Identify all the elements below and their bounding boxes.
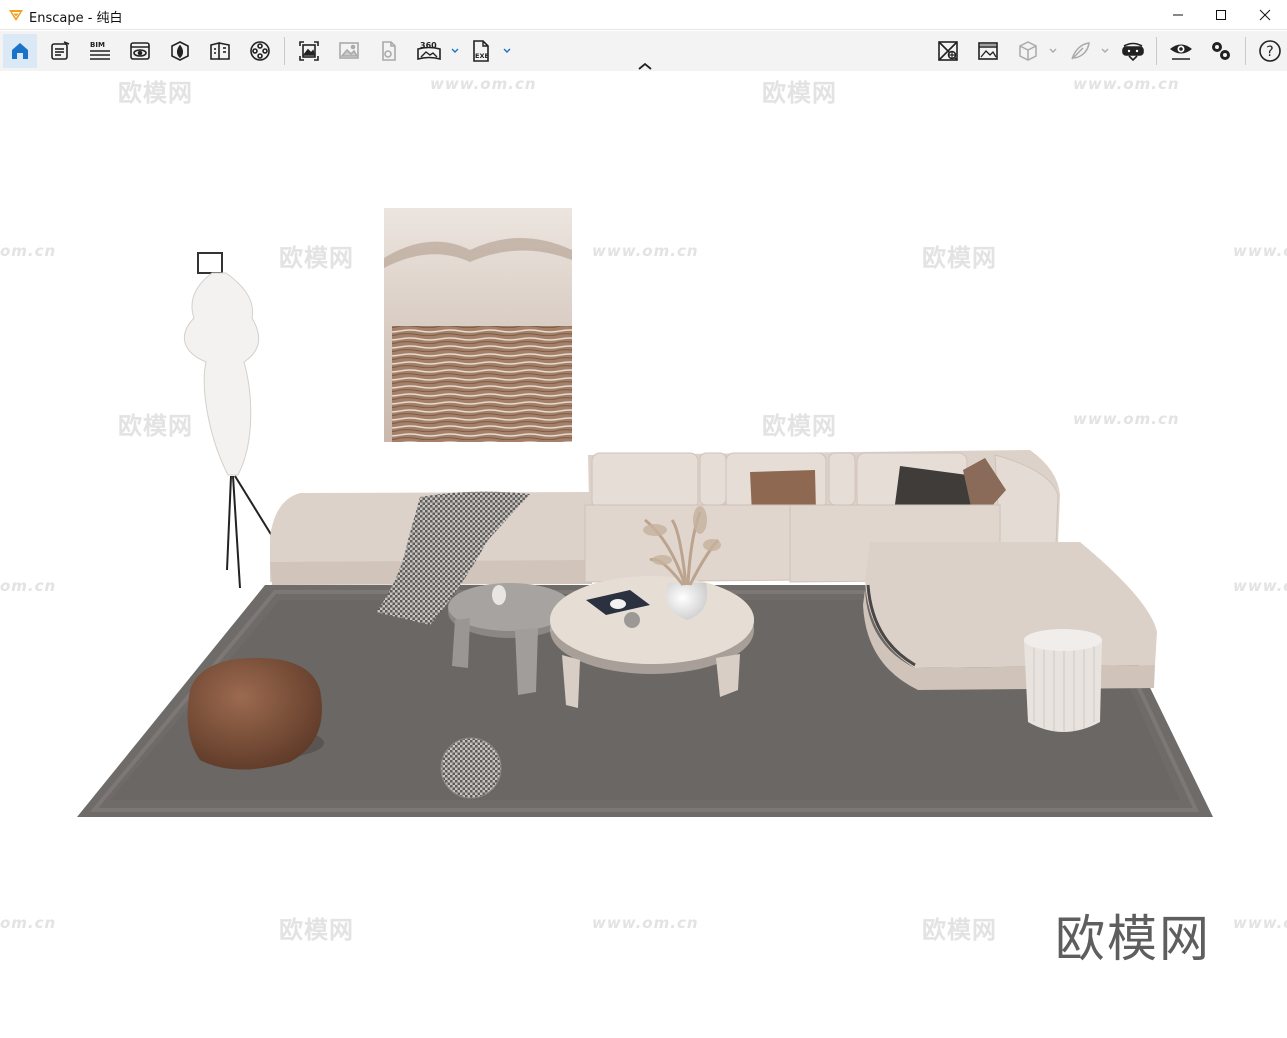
maximize-icon — [1216, 10, 1226, 20]
chevron-down-icon — [1101, 48, 1109, 53]
sketch-view-button[interactable] — [931, 34, 965, 68]
screenshot-button[interactable] — [292, 34, 326, 68]
bim-button[interactable]: BIM — [83, 34, 117, 68]
views-button[interactable] — [123, 34, 157, 68]
help-button[interactable]: ? — [1253, 34, 1287, 68]
home-button[interactable] — [3, 34, 37, 68]
panorama-360-icon: 360 — [417, 41, 441, 61]
brand-logo-text: 欧模网 — [1055, 910, 1211, 968]
render-viewport[interactable]: 欧模网 www.om.cn 欧模网 www.om.cn om.cn 欧模网 ww… — [0, 71, 1287, 1038]
panorama-dropdown[interactable] — [450, 43, 460, 59]
vr-button[interactable] — [1116, 34, 1150, 68]
export-button[interactable] — [372, 34, 406, 68]
video-editor-icon — [250, 41, 270, 61]
cube-dropdown[interactable] — [1048, 43, 1058, 59]
exe-export-button[interactable]: EXE — [464, 34, 498, 68]
hatch-view-icon — [978, 42, 998, 60]
visual-settings-button[interactable] — [1164, 34, 1198, 68]
title-bar: Enscape - 纯白 — [0, 0, 1287, 30]
material-editor-icon — [210, 41, 230, 60]
settings-button[interactable] — [1204, 34, 1238, 68]
chevron-down-icon — [451, 48, 459, 53]
svg-text:BIM: BIM — [90, 41, 105, 49]
svg-text:EXE: EXE — [475, 52, 489, 60]
report-button[interactable] — [43, 34, 77, 68]
toolbar-separator — [1156, 37, 1157, 65]
chevron-down-icon — [1049, 48, 1057, 53]
video-editor-button[interactable] — [243, 34, 277, 68]
panorama-button[interactable]: 360 — [412, 34, 446, 68]
feather-button[interactable] — [1063, 34, 1097, 68]
feather-icon — [1071, 42, 1090, 60]
report-icon — [51, 41, 70, 60]
cube-button[interactable] — [1011, 34, 1045, 68]
close-button[interactable] — [1242, 0, 1287, 30]
sketch-view-icon — [938, 41, 958, 61]
bim-icon: BIM — [90, 41, 110, 60]
enscape-logo-icon — [9, 10, 23, 21]
help-icon: ? — [1259, 40, 1281, 62]
exe-export-icon: EXE — [473, 40, 489, 62]
export-icon — [382, 41, 396, 61]
batch-render-icon — [339, 42, 359, 59]
visual-settings-icon — [1170, 44, 1192, 60]
material-editor-button[interactable] — [203, 34, 237, 68]
home-icon — [12, 43, 28, 59]
maximize-button[interactable] — [1198, 0, 1244, 30]
screenshot-icon — [299, 41, 319, 61]
batch-render-button[interactable] — [332, 34, 366, 68]
asset-library-icon — [171, 41, 189, 61]
asset-library-button[interactable] — [163, 34, 197, 68]
exe-export-dropdown[interactable] — [502, 43, 512, 59]
settings-icon — [1212, 42, 1230, 60]
window-title: Enscape - 纯白 — [29, 11, 123, 26]
scene-render — [77, 208, 1213, 817]
vr-headset-icon — [1122, 42, 1144, 62]
feather-dropdown[interactable] — [1100, 43, 1110, 59]
minimize-icon — [1173, 14, 1183, 16]
svg-text:?: ? — [1266, 44, 1273, 60]
close-icon — [1259, 9, 1271, 21]
collapse-toolbar-button[interactable] — [636, 58, 654, 72]
toolbar-separator — [1245, 37, 1246, 65]
cube-icon — [1019, 41, 1037, 61]
chevron-down-icon — [503, 48, 511, 53]
view-icon — [130, 42, 150, 60]
minimize-button[interactable] — [1155, 0, 1201, 30]
hatch-view-button[interactable] — [971, 34, 1005, 68]
toolbar-separator — [284, 37, 285, 65]
